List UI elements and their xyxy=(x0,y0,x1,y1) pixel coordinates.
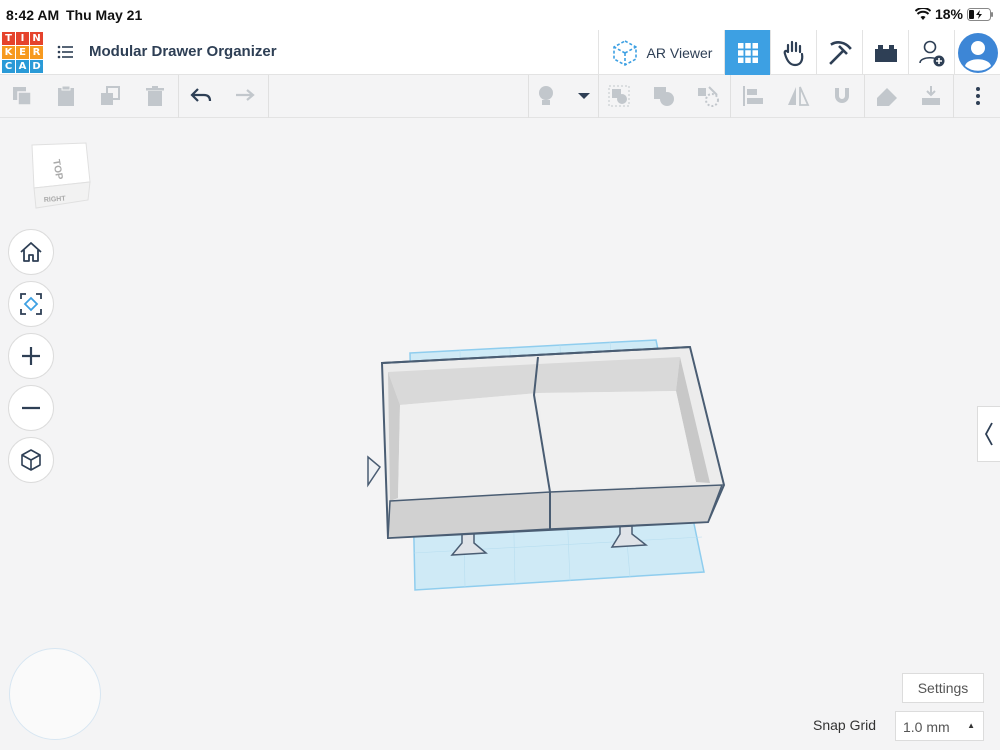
codeblocks-button[interactable] xyxy=(770,30,816,75)
toolbar-separator xyxy=(953,75,954,118)
app-header: TIN KER CAD Modular Drawer Organizer AR Vi… xyxy=(0,30,1000,75)
logo-letter: D xyxy=(30,60,43,73)
3d-design-view-button[interactable] xyxy=(724,30,770,75)
ar-viewer-button[interactable]: AR Viewer xyxy=(598,30,724,75)
bricks-view-button[interactable] xyxy=(862,30,908,75)
caret-icon: ▲ xyxy=(967,721,975,730)
group-icon[interactable] xyxy=(607,84,631,108)
duplicate-icon[interactable] xyxy=(98,84,122,108)
copy-icon[interactable] xyxy=(10,84,34,108)
plus-icon xyxy=(22,347,40,365)
avatar-icon xyxy=(957,32,998,73)
battery-percent: 18% xyxy=(934,6,963,22)
battery-icon xyxy=(967,7,993,21)
mirror-icon[interactable] xyxy=(786,84,810,108)
project-title[interactable]: Modular Drawer Organizer xyxy=(89,43,277,60)
status-right: 18% xyxy=(914,6,994,22)
zoom-in-button[interactable] xyxy=(8,333,54,379)
snap-grid-select[interactable]: 1.0 mm ▲ xyxy=(895,711,984,741)
toolbar-separator xyxy=(864,75,865,118)
wifi-icon xyxy=(914,7,931,20)
logo-letter: R xyxy=(30,46,43,59)
header-actions: AR Viewer xyxy=(598,30,1000,75)
user-avatar-button[interactable] xyxy=(954,30,1000,75)
paste-icon[interactable] xyxy=(54,84,78,108)
lightbulb-icon[interactable] xyxy=(534,84,558,108)
toolbar-separator xyxy=(178,75,179,118)
magnet-icon[interactable] xyxy=(830,84,854,108)
fit-view-button[interactable] xyxy=(8,281,54,327)
home-icon xyxy=(20,242,42,262)
toolbar-separator xyxy=(268,75,269,118)
note-icon[interactable] xyxy=(875,84,899,108)
chevron-down-icon[interactable] xyxy=(572,84,596,108)
toolbar-separator xyxy=(528,75,529,118)
drawer-organizer-model[interactable] xyxy=(380,345,726,540)
ar-viewer-label: AR Viewer xyxy=(646,44,713,61)
logo-letter: C xyxy=(2,60,15,73)
more-vertical-icon[interactable] xyxy=(966,84,990,108)
orbit-joystick[interactable] xyxy=(9,648,101,740)
design-menu-icon[interactable] xyxy=(56,42,76,62)
logo-letter: E xyxy=(16,46,29,59)
status-bar: 8:42 AM Thu May 21 18% xyxy=(0,0,1000,30)
perspective-toggle-button[interactable] xyxy=(8,437,54,483)
logo-letter: K xyxy=(2,46,15,59)
ar-cube-icon xyxy=(612,39,637,66)
align-icon[interactable] xyxy=(741,84,765,108)
home-view-button[interactable] xyxy=(8,229,54,275)
design-canvas[interactable] xyxy=(360,335,730,595)
cruise-icon[interactable] xyxy=(696,84,720,108)
status-date: Thu May 21 xyxy=(66,7,143,23)
brick-icon xyxy=(874,44,897,62)
grid-icon xyxy=(737,42,758,63)
hand-icon xyxy=(783,40,803,66)
logo-letter: I xyxy=(16,32,29,45)
snap-grid-label: Snap Grid xyxy=(813,717,877,733)
logo-letter: N xyxy=(30,32,43,45)
minus-icon xyxy=(22,406,40,410)
pickaxe-icon xyxy=(828,40,852,65)
delete-icon[interactable] xyxy=(143,84,167,108)
invite-user-button[interactable] xyxy=(908,30,954,75)
zoom-out-button[interactable] xyxy=(8,385,54,431)
logo-letter: A xyxy=(16,60,29,73)
view-cube[interactable]: TOP RIGHT xyxy=(26,140,94,212)
redo-icon[interactable] xyxy=(232,84,256,108)
toolbar-separator xyxy=(598,75,599,118)
drop-icon[interactable] xyxy=(919,84,943,108)
ungroup-icon[interactable] xyxy=(652,84,676,108)
edit-toolbar xyxy=(0,75,1000,118)
toolbar-separator xyxy=(730,75,731,118)
tinkercad-logo[interactable]: TIN KER CAD xyxy=(2,32,43,73)
snap-grid-value: 1.0 mm xyxy=(903,719,950,735)
logo-letter: T xyxy=(2,32,15,45)
status-time: 8:42 AM xyxy=(6,7,60,23)
minecraft-view-button[interactable] xyxy=(816,30,862,75)
fit-view-icon xyxy=(20,293,42,315)
add-user-icon xyxy=(918,40,944,66)
tinkercad-app: 8:42 AM Thu May 21 18% TIN KER CAD Modular… xyxy=(0,0,1000,750)
shapes-panel-toggle[interactable] xyxy=(977,406,1000,462)
settings-button[interactable]: Settings xyxy=(902,673,984,703)
chevron-left-icon xyxy=(984,422,993,446)
undo-icon[interactable] xyxy=(189,84,213,108)
perspective-cube-icon xyxy=(21,449,41,471)
